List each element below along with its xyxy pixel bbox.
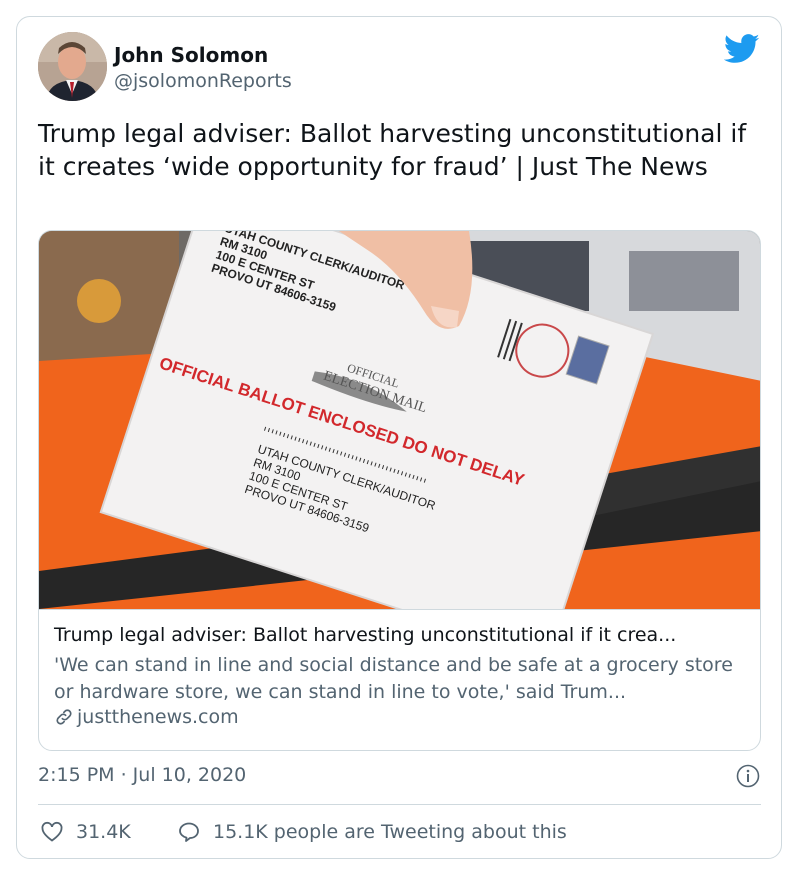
speech-bubble-icon — [179, 822, 199, 842]
divider — [38, 804, 761, 805]
tweet-timestamp[interactable]: 2:15 PM · Jul 10, 2020 — [38, 764, 246, 786]
link-domain-text[interactable]: justthenews.com — [77, 706, 239, 728]
avatar-image — [38, 32, 107, 101]
link-domain[interactable]: justthenews.com — [54, 706, 239, 728]
like-count: 31.4K — [76, 821, 131, 843]
avatar[interactable] — [38, 32, 107, 101]
link-preview-info[interactable]: Trump legal adviser: Ballot harvesting u… — [39, 609, 760, 750]
tweeting-about-text: 15.1K people are Tweeting about this — [213, 821, 567, 843]
author-name[interactable]: John Solomon — [114, 43, 268, 67]
link-preview-image[interactable]: UTAH COUNTY CLERK/AUDITOR RM 3100 100 E … — [39, 231, 761, 609]
tweeting-about-link[interactable]: 15.1K people are Tweeting about this — [177, 820, 567, 844]
heart-icon — [41, 821, 63, 842]
link-preview-card[interactable]: UTAH COUNTY CLERK/AUDITOR RM 3100 100 E … — [38, 230, 761, 751]
author-handle[interactable]: @jsolomonReports — [114, 70, 292, 92]
tweet-text: Trump legal adviser: Ballot harvesting u… — [38, 119, 747, 181]
link-description: 'We can stand in line and social distanc… — [54, 654, 733, 703]
twitter-bird-icon[interactable] — [724, 34, 760, 64]
like-button[interactable]: 31.4K — [40, 820, 131, 844]
link-title[interactable]: Trump legal adviser: Ballot harvesting u… — [54, 624, 754, 646]
info-icon[interactable] — [736, 764, 760, 788]
tweet-card: John Solomon @jsolomonReports Trump lega… — [16, 16, 782, 859]
link-icon — [56, 709, 72, 725]
